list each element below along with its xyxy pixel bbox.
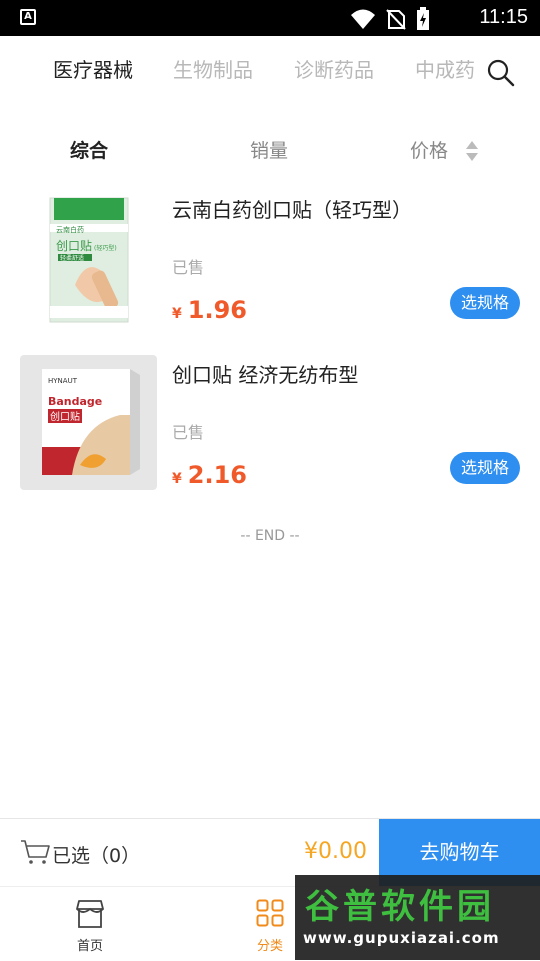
currency-symbol: ¥ [172, 306, 182, 322]
grid-icon [256, 899, 284, 927]
svg-text:Bandage: Bandage [48, 395, 102, 408]
svg-text:创口贴: 创口贴 [50, 410, 80, 423]
clock: 11:15 [479, 6, 528, 28]
tab-chinese-patent-medicine[interactable]: 中成药 [415, 54, 475, 83]
nav-home-label: 首页 [76, 939, 103, 954]
list-end-marker: -- END -- [240, 528, 300, 544]
app-notification-icon: A [20, 9, 36, 25]
watermark-url: www.gupuxiazai.com [303, 929, 500, 947]
price-value: 2.16 [187, 461, 247, 489]
product-image[interactable]: 云南白药 创口贴 (轻巧型) 轻柔舒适 [20, 190, 157, 325]
selected-count: 已选（0） [52, 845, 141, 867]
sold-label: 已售 [172, 423, 205, 442]
svg-text:(轻巧型): (轻巧型) [94, 244, 117, 252]
select-spec-button[interactable]: 选规格 [450, 452, 520, 484]
bandage-box-image: HYNAUT Bandage 创口贴 [42, 369, 140, 475]
sort-composite[interactable]: 综合 [70, 136, 108, 163]
select-spec-button[interactable]: 选规格 [450, 287, 520, 319]
sort-sales[interactable]: 销量 [250, 136, 288, 163]
tab-medical-devices[interactable]: 医疗器械 [53, 54, 133, 83]
tab-diagnostic-drugs[interactable]: 诊断药品 [294, 54, 374, 83]
tab-biological-products[interactable]: 生物制品 [173, 54, 253, 83]
store-icon [76, 900, 104, 928]
watermark-text: 谷普软件园 [305, 887, 495, 927]
status-icons [350, 7, 430, 31]
product-name[interactable]: 云南白药创口贴（轻巧型） [172, 194, 412, 223]
sort-price[interactable]: 价格 [410, 136, 448, 163]
cart-total: ¥0.00 [304, 839, 367, 864]
status-bar: A 11:15 [0, 0, 540, 36]
sort-bar: 综合 销量 价格 [0, 130, 540, 170]
battery-charging-icon [417, 7, 429, 30]
shopping-cart-icon[interactable] [20, 839, 50, 865]
no-sim-icon [386, 9, 406, 30]
sort-arrows-icon[interactable] [465, 140, 479, 162]
price-value: 1.96 [187, 296, 247, 324]
product-item[interactable]: HYNAUT Bandage 创口贴 创口贴 经济无纺布型 已售 ¥2.16 选… [0, 355, 540, 505]
product-image[interactable]: HYNAUT Bandage 创口贴 [20, 355, 157, 490]
product-price: ¥2.16 [172, 461, 247, 489]
category-tabs: 医疗器械 生物制品 诊断药品 中成药 [0, 36, 540, 100]
sold-label: 已售 [172, 258, 205, 277]
wifi-icon [351, 9, 375, 29]
svg-text:轻柔舒适: 轻柔舒适 [60, 254, 84, 262]
svg-text:创口贴: 创口贴 [56, 239, 92, 253]
currency-symbol: ¥ [172, 471, 182, 487]
product-item[interactable]: 云南白药 创口贴 (轻巧型) 轻柔舒适 云南白药创口贴（轻巧型） 已售 ¥1.9… [0, 190, 540, 340]
watermark: 谷普软件园 www.gupuxiazai.com [295, 875, 540, 960]
bandage-box-image: 云南白药 创口贴 (轻巧型) 轻柔舒适 [49, 197, 129, 323]
nav-home[interactable]: 首页 [45, 887, 135, 961]
product-price: ¥1.96 [172, 296, 247, 324]
search-icon[interactable] [486, 58, 516, 88]
svg-text:HYNAUT: HYNAUT [48, 377, 78, 385]
svg-text:云南白药: 云南白药 [56, 225, 84, 234]
product-name[interactable]: 创口贴 经济无纺布型 [172, 359, 358, 388]
